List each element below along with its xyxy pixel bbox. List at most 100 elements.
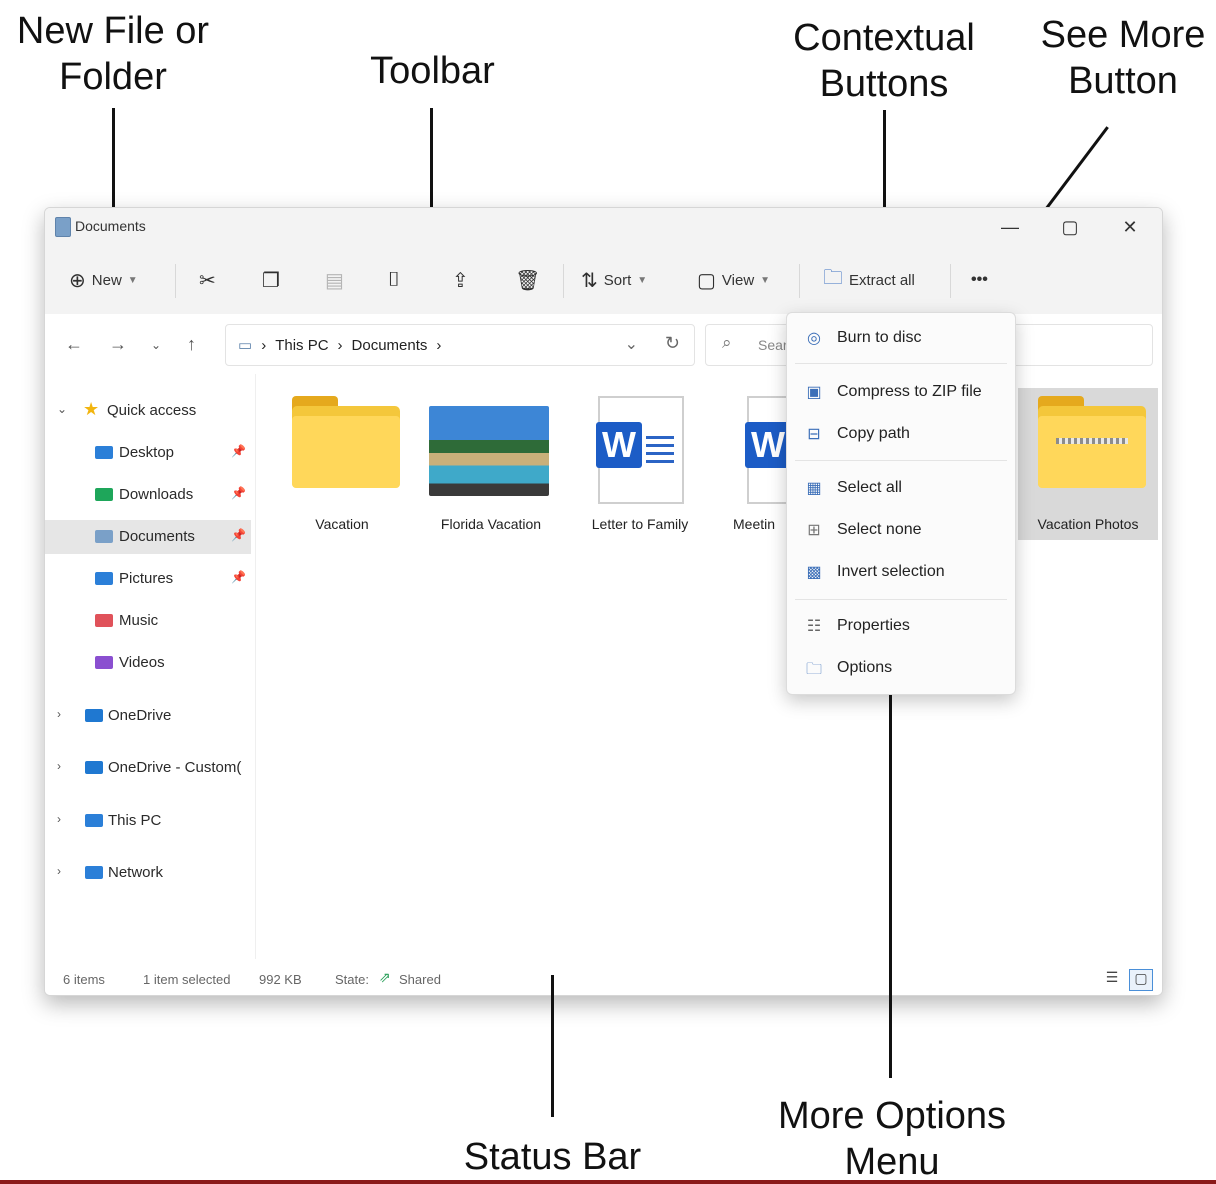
zipper-icon	[1056, 438, 1128, 444]
pin-icon[interactable]: 📌	[231, 528, 246, 542]
pc-icon: ▭	[238, 337, 253, 354]
callout-see-more-button: See More Button	[1040, 14, 1206, 103]
chevron-right-icon: ›	[57, 864, 61, 878]
menu-item-label: Invert selection	[837, 563, 945, 580]
file-item-florida-vacation[interactable]: Florida Vacation	[421, 388, 561, 540]
search-placeholder: Sear	[758, 337, 788, 353]
sidebar-item-label: Videos	[119, 654, 165, 671]
see-more-button[interactable]: •••	[971, 264, 988, 296]
sidebar-item-label: Network	[108, 864, 164, 881]
recent-locations-chevron-icon[interactable]: ⌄	[151, 338, 161, 352]
sidebar-item-label: Desktop	[119, 444, 175, 461]
sidebar-item-label: Documents	[119, 528, 195, 545]
file-item-vacation-folder[interactable]: Vacation	[272, 388, 412, 540]
menu-item-options[interactable]: 🗀 Options	[787, 649, 1015, 687]
details-view-icon[interactable]: ☰	[1101, 969, 1123, 989]
bottom-border-rule	[0, 1180, 1216, 1184]
sidebar-item-this-pc[interactable]: › This PC	[45, 804, 251, 838]
menu-item-properties[interactable]: ☷ Properties	[787, 607, 1015, 645]
zip-icon: ▣	[806, 384, 822, 401]
breadcrumb-documents[interactable]: Documents	[352, 337, 428, 354]
rename-button[interactable]: ⌷	[388, 264, 400, 296]
toolbar: ⊕ New ▼ ✂ ❐ ▤ ⌷ ⇪ 🗑 ⇅ Sort ▼ ▢ View ▼ 🗀 …	[45, 246, 1162, 315]
sort-button[interactable]: ⇅ Sort ▼	[581, 264, 647, 296]
forward-arrow-icon[interactable]: →	[109, 334, 127, 355]
pin-icon[interactable]: 📌	[231, 570, 246, 584]
status-state-label: State:	[335, 972, 369, 987]
sidebar-item-desktop[interactable]: Desktop 📌	[45, 436, 251, 470]
refresh-icon[interactable]: ↻	[665, 333, 680, 354]
breadcrumb-this-pc[interactable]: This PC	[275, 337, 328, 354]
menu-item-select-all[interactable]: ▦ Select all	[787, 469, 1015, 507]
share-button[interactable]: ⇪	[452, 264, 469, 296]
sidebar-item-label: Quick access	[107, 402, 197, 419]
view-button[interactable]: ▢ View ▼	[697, 264, 770, 296]
chevron-down-icon: ▼	[760, 274, 771, 286]
select-all-icon: ▦	[806, 480, 822, 497]
sidebar-item-onedrive[interactable]: › OneDrive	[45, 699, 251, 733]
view-button-label: View	[721, 271, 755, 289]
close-button[interactable]: ✕	[1110, 214, 1150, 240]
sort-button-label: Sort	[603, 271, 632, 289]
paste-icon: ▤	[325, 269, 344, 292]
sidebar-item-pictures[interactable]: Pictures 📌	[45, 562, 251, 596]
sidebar-item-label: Music	[119, 612, 159, 629]
menu-item-burn-to-disc[interactable]: ◎ Burn to disc	[787, 319, 1015, 357]
word-badge-icon: W	[596, 422, 642, 468]
delete-button[interactable]: 🗑	[515, 264, 540, 296]
address-dropdown-chevron-icon[interactable]: ⌄	[625, 334, 638, 354]
status-item-count: 6 items	[63, 972, 105, 987]
cut-button[interactable]: ✂	[199, 264, 216, 296]
menu-item-compress-zip[interactable]: ▣ Compress to ZIP file	[787, 373, 1015, 411]
sidebar-item-network[interactable]: › Network	[45, 856, 251, 890]
downloads-folder-icon	[95, 488, 113, 501]
menu-item-copy-path[interactable]: ⊟ Copy path	[787, 415, 1015, 453]
maximize-button[interactable]: ▢	[1050, 214, 1090, 240]
toolbar-divider	[950, 264, 951, 298]
pin-icon[interactable]: 📌	[231, 486, 246, 500]
menu-item-label: Copy path	[837, 425, 910, 442]
callout-more-options-menu: More Options Menu	[777, 1095, 1007, 1179]
file-item-label: Letter to Family	[591, 516, 689, 532]
sidebar-item-videos[interactable]: Videos	[45, 646, 251, 680]
cut-icon: ✂	[199, 269, 216, 292]
leader-line-status-bar	[551, 975, 554, 1117]
up-arrow-icon[interactable]: ↑	[187, 334, 196, 355]
sidebar-item-label: OneDrive - Custom(	[108, 759, 242, 776]
properties-icon: ☷	[806, 618, 822, 635]
extract-all-label: Extract all	[849, 271, 915, 289]
breadcrumb: ▭ › This PC › Documents ›	[238, 336, 441, 355]
callout-toolbar: Toolbar	[370, 50, 495, 92]
plus-circle-icon: ⊕	[69, 269, 86, 292]
paste-button[interactable]: ▤	[325, 264, 344, 296]
menu-item-label: Burn to disc	[837, 329, 922, 346]
address-bar[interactable]: ▭ › This PC › Documents › ⌄ ↻	[225, 324, 695, 366]
sidebar-item-quick-access[interactable]: ⌄ ★ Quick access	[45, 394, 251, 428]
sidebar-item-documents[interactable]: Documents 📌	[45, 520, 251, 554]
word-badge-icon: W	[745, 422, 791, 468]
sidebar-item-music[interactable]: Music	[45, 604, 251, 638]
file-item-vacation-photos-zip[interactable]: Vacation Photos	[1018, 388, 1158, 540]
window-title: Documents	[75, 218, 146, 234]
chevron-down-icon: ▼	[637, 274, 648, 286]
toolbar-divider	[175, 264, 176, 298]
menu-item-invert-selection[interactable]: ▩ Invert selection	[787, 553, 1015, 591]
back-arrow-icon[interactable]: ←	[65, 334, 83, 355]
music-folder-icon	[95, 614, 113, 627]
minimize-button[interactable]: —	[990, 214, 1030, 240]
menu-item-label: Options	[837, 659, 893, 676]
word-document-icon: W	[596, 396, 684, 504]
shared-icon: ⇗	[379, 969, 391, 985]
file-item-letter-to-family[interactable]: W Letter to Family	[570, 388, 710, 540]
menu-item-label: Select none	[837, 521, 922, 538]
copy-button[interactable]: ❐	[262, 264, 280, 296]
new-button[interactable]: ⊕ New ▼	[69, 264, 138, 296]
menu-item-select-none[interactable]: ⊞ Select none	[787, 511, 1015, 549]
extract-all-button[interactable]: 🗀 Extract all	[823, 264, 915, 296]
select-none-icon: ⊞	[807, 522, 821, 539]
sidebar-item-onedrive-custom[interactable]: › OneDrive - Custom(	[45, 751, 251, 785]
sidebar-item-downloads[interactable]: Downloads 📌	[45, 478, 251, 512]
large-icons-view-icon[interactable]: ▢	[1129, 969, 1153, 991]
breadcrumb-separator: ›	[337, 336, 343, 354]
pin-icon[interactable]: 📌	[231, 444, 246, 458]
